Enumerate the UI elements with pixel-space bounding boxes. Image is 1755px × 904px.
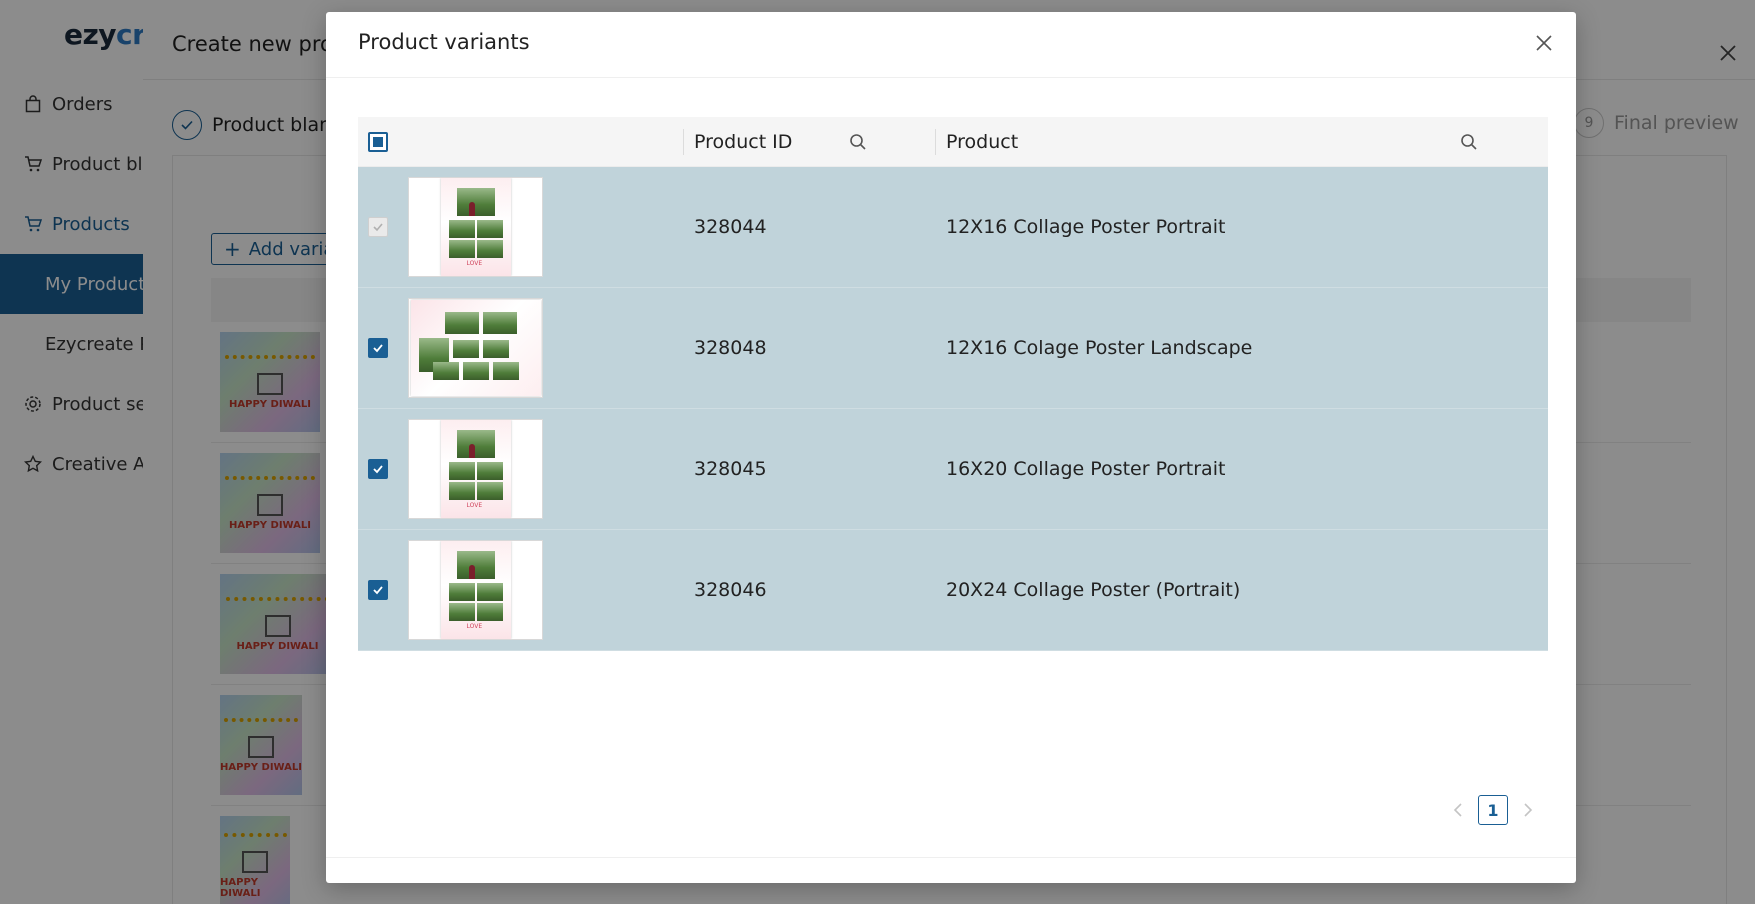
check-icon [368, 217, 388, 237]
row-checkbox [368, 217, 388, 237]
check-icon [368, 459, 388, 479]
column-header-product-id: Product ID [694, 131, 793, 153]
product-id: 328044 [694, 216, 767, 238]
close-icon[interactable] [1532, 31, 1556, 55]
product-thumbnail: LOVE [408, 177, 543, 277]
table-row[interactable]: LOVE 328045 16X20 Collage Poster Portrai… [358, 409, 1548, 530]
product-thumbnail: LOVE [408, 540, 543, 640]
product-name: 20X24 Collage Poster (Portrait) [946, 579, 1241, 601]
chevron-right-icon[interactable] [1518, 796, 1538, 824]
row-checkbox[interactable] [368, 580, 388, 600]
grid-header: Product ID Product [358, 117, 1548, 167]
column-divider[interactable] [683, 129, 684, 155]
search-icon[interactable] [848, 132, 868, 152]
modal-footer-divider [326, 857, 1576, 858]
column-header-product: Product [946, 131, 1019, 153]
search-icon[interactable] [1459, 132, 1479, 152]
product-name: 12X16 Colage Poster Landscape [946, 337, 1253, 359]
modal-header: Product variants [326, 12, 1576, 78]
variants-grid: Product ID Product LOVE 328044 12X16 Col… [358, 117, 1548, 651]
product-id: 328048 [694, 337, 767, 359]
product-thumbnail: LOVE [408, 419, 543, 519]
table-row[interactable]: LOVE 328046 20X24 Collage Poster (Portra… [358, 530, 1548, 651]
table-row[interactable]: 328048 12X16 Colage Poster Landscape [358, 288, 1548, 409]
product-variants-modal: Product variants Product ID Product LOVE… [326, 12, 1576, 883]
row-checkbox[interactable] [368, 459, 388, 479]
chevron-left-icon[interactable] [1448, 796, 1468, 824]
select-all-checkbox[interactable] [368, 117, 388, 167]
pagination: 1 [1448, 795, 1538, 825]
check-icon [368, 338, 388, 358]
modal-title: Product variants [358, 30, 530, 54]
column-divider[interactable] [935, 129, 936, 155]
check-icon [368, 580, 388, 600]
product-thumbnail [408, 298, 543, 398]
product-name: 12X16 Collage Poster Portrait [946, 216, 1226, 238]
page-number-current[interactable]: 1 [1478, 795, 1508, 825]
product-name: 16X20 Collage Poster Portrait [946, 458, 1226, 480]
table-row[interactable]: LOVE 328044 12X16 Collage Poster Portrai… [358, 167, 1548, 288]
product-id: 328046 [694, 579, 767, 601]
row-checkbox[interactable] [368, 338, 388, 358]
product-id: 328045 [694, 458, 767, 480]
